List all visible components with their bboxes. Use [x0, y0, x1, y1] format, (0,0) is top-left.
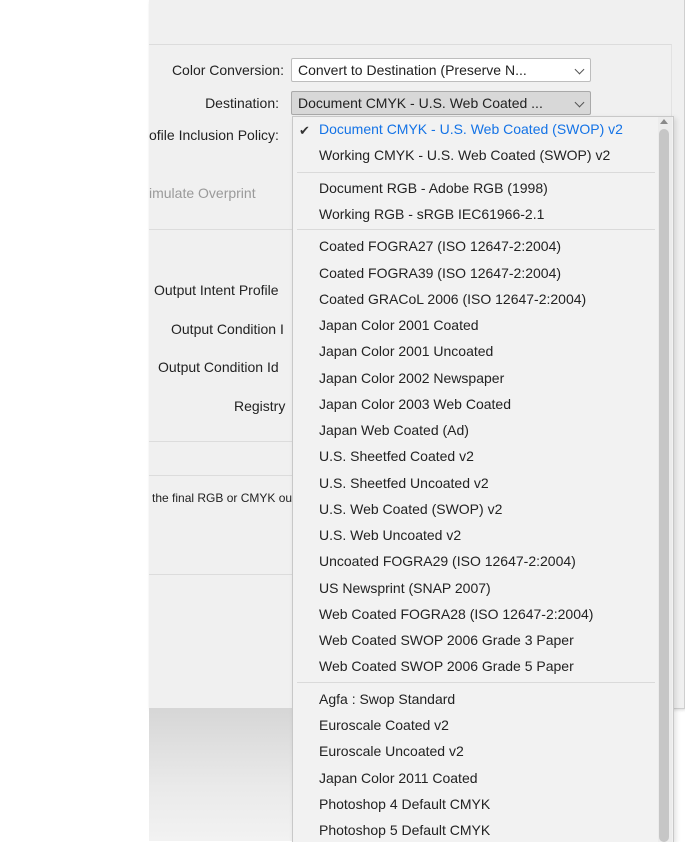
menu-item[interactable]: U.S. Sheetfed Coated v2 — [319, 448, 474, 464]
destination-dropdown-menu: Document CMYK - U.S. Web Coated (SWOP) v… — [292, 116, 674, 842]
menu-item[interactable]: U.S. Web Coated (SWOP) v2 — [319, 501, 502, 517]
menu-item[interactable]: Web Coated SWOP 2006 Grade 3 Paper — [319, 632, 574, 648]
menu-item[interactable]: Coated FOGRA39 (ISO 12647-2:2004) — [319, 265, 561, 281]
menu-item[interactable]: Japan Color 2001 Uncoated — [319, 343, 493, 359]
scrollbar-thumb[interactable] — [659, 129, 669, 842]
menu-scrollbar[interactable] — [658, 117, 672, 842]
menu-item[interactable]: Web Coated FOGRA28 (ISO 12647-2:2004) — [319, 606, 593, 622]
menu-separator — [297, 172, 655, 173]
dialog-shadow — [149, 708, 294, 841]
divider — [149, 475, 294, 476]
menu-item[interactable]: Uncoated FOGRA29 (ISO 12647-2:2004) — [319, 553, 576, 569]
menu-item[interactable]: Japan Color 2003 Web Coated — [319, 396, 511, 412]
menu-separator — [297, 682, 655, 683]
menu-item[interactable]: Photoshop 5 Default CMYK — [319, 822, 490, 838]
chevron-down-icon — [574, 97, 585, 108]
output-condition-name-label: Output Condition I — [171, 321, 284, 337]
output-intent-profile-label: Output Intent Profile — [154, 282, 279, 298]
menu-separator — [297, 229, 655, 230]
menu-item[interactable]: Euroscale Uncoated v2 — [319, 743, 464, 759]
color-conversion-value: Convert to Destination (Preserve N... — [298, 62, 527, 78]
menu-item[interactable]: Document CMYK - U.S. Web Coated (SWOP) v… — [319, 121, 623, 137]
menu-item[interactable]: U.S. Web Uncoated v2 — [319, 527, 461, 543]
divider — [149, 229, 294, 230]
menu-item[interactable]: Web Coated SWOP 2006 Grade 5 Paper — [319, 658, 574, 674]
menu-item[interactable]: Euroscale Coated v2 — [319, 717, 449, 733]
checkmark-icon: ✔ — [299, 123, 310, 138]
chevron-down-icon — [574, 64, 585, 75]
destination-label: Destination: — [205, 95, 279, 111]
menu-item[interactable]: Working RGB - sRGB IEC61966-2.1 — [319, 206, 544, 222]
color-conversion-label: Color Conversion: — [171, 62, 284, 78]
menu-item[interactable]: US Newsprint (SNAP 2007) — [319, 580, 491, 596]
destination-value: Document CMYK - U.S. Web Coated ... — [298, 95, 543, 111]
menu-item[interactable]: Photoshop 4 Default CMYK — [319, 796, 490, 812]
menu-item[interactable]: Coated FOGRA27 (ISO 12647-2:2004) — [319, 238, 561, 254]
destination-select[interactable]: Document CMYK - U.S. Web Coated ... — [291, 91, 591, 115]
menu-item[interactable]: Document RGB - Adobe RGB (1998) — [319, 180, 548, 196]
description-text: the final RGB or CMYK ou — [152, 491, 293, 505]
menu-item[interactable]: Japan Color 2011 Coated — [319, 770, 478, 786]
menu-item[interactable]: Working CMYK - U.S. Web Coated (SWOP) v2 — [319, 147, 610, 163]
menu-item[interactable]: U.S. Sheetfed Uncoated v2 — [319, 475, 489, 491]
profile-inclusion-policy-label: ofile Inclusion Policy: — [149, 127, 279, 143]
menu-item[interactable]: Agfa : Swop Standard — [319, 691, 455, 707]
menu-item[interactable]: Japan Color 2001 Coated — [319, 317, 479, 333]
registry-name-label: Registry — [234, 398, 286, 414]
menu-item[interactable]: Coated GRACoL 2006 (ISO 12647-2:2004) — [319, 291, 586, 307]
divider — [149, 441, 294, 442]
scroll-up-arrow-icon[interactable] — [660, 119, 668, 124]
menu-item[interactable]: Japan Web Coated (Ad) — [319, 422, 469, 438]
divider — [149, 574, 294, 575]
simulate-overprint-label: imulate Overprint — [149, 185, 256, 201]
menu-item[interactable]: Japan Color 2002 Newspaper — [319, 370, 504, 386]
color-conversion-select[interactable]: Convert to Destination (Preserve N... — [291, 58, 591, 82]
output-condition-identifier-label: Output Condition Id — [158, 359, 279, 375]
